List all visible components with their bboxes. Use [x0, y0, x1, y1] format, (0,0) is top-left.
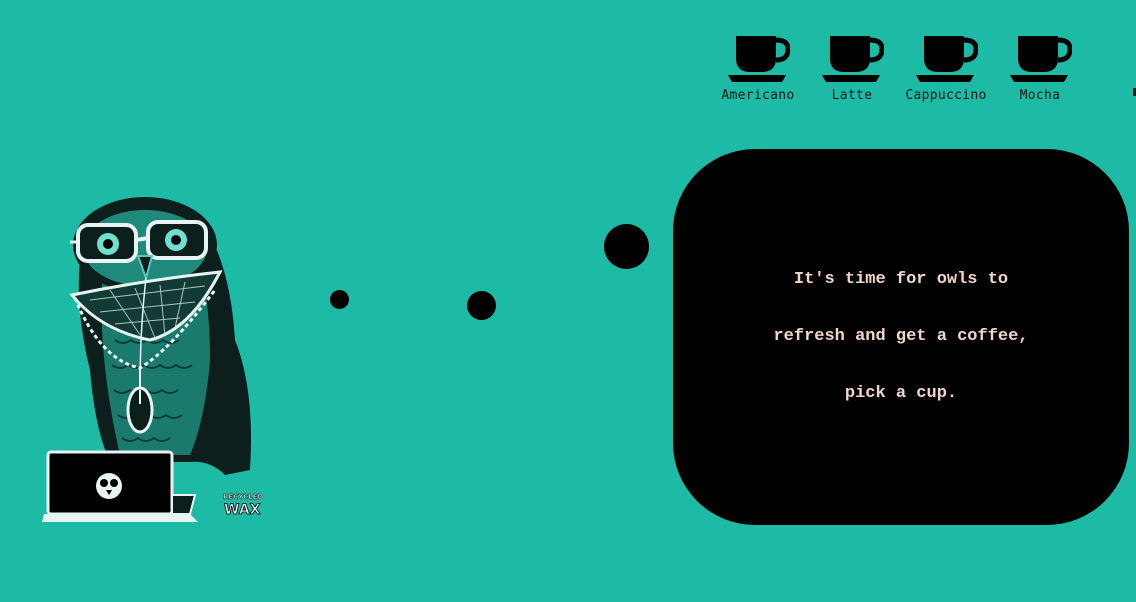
coffee-cup-icon	[822, 36, 884, 82]
cup-mocha[interactable]: Mocha	[994, 34, 1086, 103]
cup-label-americano: Americano	[721, 88, 795, 103]
thought-dot-medium	[467, 291, 496, 320]
coffee-cup-icon	[1010, 36, 1072, 82]
bubble-line-3: pick a cup.	[844, 384, 958, 403]
thought-dot-large	[604, 224, 649, 269]
cup-latte[interactable]: Latte	[806, 34, 898, 103]
svg-text:RECYCLED: RECYCLED	[223, 493, 264, 501]
bubble-line-1: It's time for owls to	[793, 270, 1009, 289]
cup-label-mocha: Mocha	[1019, 88, 1061, 103]
bubble-line-2: refresh and get a coffee,	[773, 327, 1029, 346]
cup-americano[interactable]: Americano	[712, 34, 804, 103]
coffee-cup-icon	[728, 36, 790, 82]
cup-label-cappuccino: Cappuccino	[905, 88, 987, 103]
bubble-message: It's time for owls to refresh and get a …	[673, 251, 1129, 422]
cup-cappuccino[interactable]: Cappuccino	[898, 34, 994, 103]
owl-with-laptop-illustration: RECYCLED WAX	[42, 197, 264, 522]
cup-label-latte: Latte	[831, 88, 873, 103]
thought-bubble: It's time for owls to refresh and get a …	[673, 149, 1129, 525]
coffee-menu: Americano Latte Cappuccino Mocha	[712, 34, 1086, 103]
thought-dot-small	[330, 290, 349, 309]
coffee-cup-icon	[916, 36, 978, 82]
svg-text:WAX: WAX	[224, 502, 261, 518]
